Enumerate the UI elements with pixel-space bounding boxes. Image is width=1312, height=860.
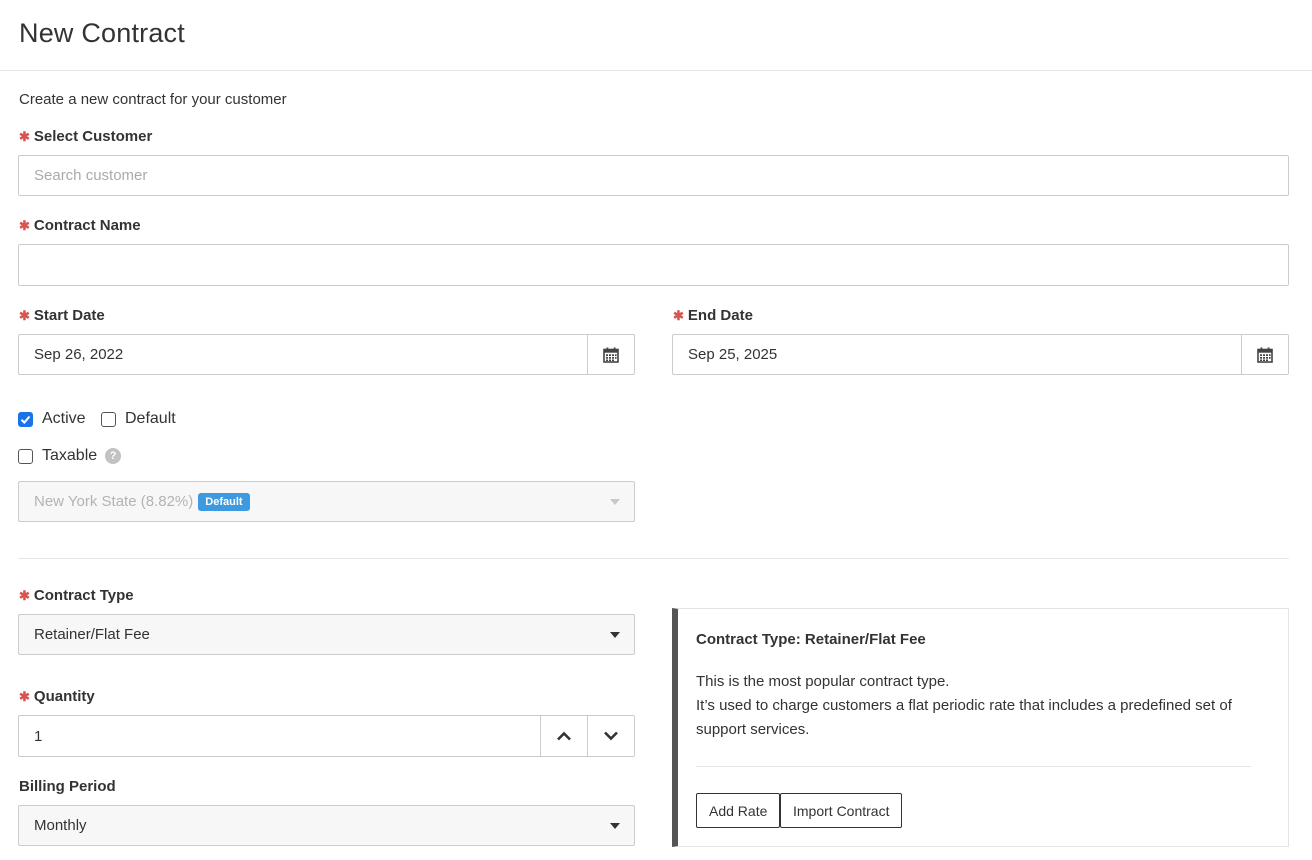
start-date-label: ✱ Start Date — [19, 307, 105, 324]
asterisk-icon: ✱ — [19, 587, 30, 603]
select-customer-label: ✱ Select Customer — [19, 128, 152, 145]
info-panel-divider — [696, 766, 1251, 767]
contract-type-value: Retainer/Flat Fee — [34, 626, 150, 643]
info-panel-line2: It’s used to charge customers a flat per… — [696, 697, 1232, 738]
quantity-decrement-button[interactable] — [587, 716, 634, 756]
import-contract-button[interactable]: Import Contract — [780, 793, 903, 828]
contract-type-select[interactable]: Retainer/Flat Fee — [18, 614, 635, 655]
billing-period-select[interactable]: Monthly — [18, 805, 635, 846]
taxable-checkbox[interactable] — [18, 448, 33, 464]
asterisk-icon: ✱ — [19, 307, 30, 323]
end-date-label: ✱ End Date — [673, 307, 753, 324]
calendar-icon — [603, 347, 619, 363]
end-date-calendar-button[interactable] — [1241, 335, 1288, 374]
contract-name-input[interactable] — [18, 244, 1289, 286]
select-customer-label-text: Select Customer — [33, 128, 153, 145]
page-title: New Contract — [19, 18, 185, 48]
billing-period-value: Monthly — [34, 817, 87, 834]
billing-period-label-text: Billing Period — [19, 778, 116, 795]
chevron-down-icon — [610, 632, 620, 638]
page-header: New Contract — [0, 0, 1312, 71]
contract-type-label: ✱ Contract Type — [19, 587, 134, 604]
contract-type-label-text: Contract Type — [33, 587, 134, 604]
calendar-icon — [1257, 347, 1273, 363]
contract-name-label: ✱ Contract Name — [19, 217, 141, 234]
asterisk-icon: ✱ — [19, 688, 30, 704]
add-rate-button[interactable]: Add Rate — [696, 793, 781, 828]
customer-search-input[interactable] — [18, 155, 1289, 196]
quantity-stepper[interactable]: 1 — [18, 715, 635, 757]
quantity-input[interactable]: 1 — [19, 716, 540, 756]
contract-type-info-panel: Contract Type: Retainer/Flat Fee This is… — [672, 608, 1289, 847]
tax-rate-value: New York State (8.82%) — [34, 493, 194, 510]
quantity-increment-button[interactable] — [540, 716, 587, 756]
info-panel-title: Contract Type: Retainer/Flat Fee — [696, 631, 926, 648]
start-date-calendar-button[interactable] — [587, 335, 634, 374]
default-checkbox-label: Default — [125, 410, 176, 427]
active-checkbox-row[interactable]: Active — [18, 410, 86, 428]
taxable-checkbox-row[interactable]: Taxable ? — [18, 447, 122, 465]
info-panel-line1: This is the most popular contract type. — [696, 673, 950, 690]
chevron-down-icon — [610, 823, 620, 829]
quantity-label-text: Quantity — [33, 688, 95, 705]
section-divider — [18, 558, 1289, 559]
check-icon — [20, 415, 31, 424]
chevron-down-icon — [610, 499, 620, 505]
tax-rate-select: New York State (8.82%) Default — [18, 481, 635, 522]
default-badge: Default — [198, 492, 250, 511]
asterisk-icon: ✱ — [19, 217, 30, 233]
end-date-field[interactable]: Sep 25, 2025 — [672, 334, 1289, 375]
start-date-value[interactable]: Sep 26, 2022 — [19, 335, 587, 374]
chevron-up-icon — [557, 731, 571, 741]
default-checkbox[interactable] — [101, 411, 116, 427]
billing-period-label: Billing Period — [19, 778, 116, 795]
start-date-label-text: Start Date — [33, 307, 105, 324]
quantity-label: ✱ Quantity — [19, 688, 95, 705]
default-checkbox-row[interactable]: Default — [101, 410, 176, 428]
asterisk-icon: ✱ — [673, 307, 684, 323]
end-date-value[interactable]: Sep 25, 2025 — [673, 335, 1241, 374]
active-checkbox-label: Active — [42, 410, 86, 427]
page-subtitle: Create a new contract for your customer — [19, 91, 287, 108]
contract-name-label-text: Contract Name — [33, 217, 141, 234]
asterisk-icon: ✱ — [19, 128, 30, 144]
start-date-field[interactable]: Sep 26, 2022 — [18, 334, 635, 375]
taxable-checkbox-label: Taxable — [42, 447, 98, 464]
active-checkbox[interactable] — [18, 411, 33, 427]
chevron-down-icon — [604, 731, 618, 741]
end-date-label-text: End Date — [687, 307, 753, 324]
question-icon[interactable]: ? — [105, 448, 122, 464]
